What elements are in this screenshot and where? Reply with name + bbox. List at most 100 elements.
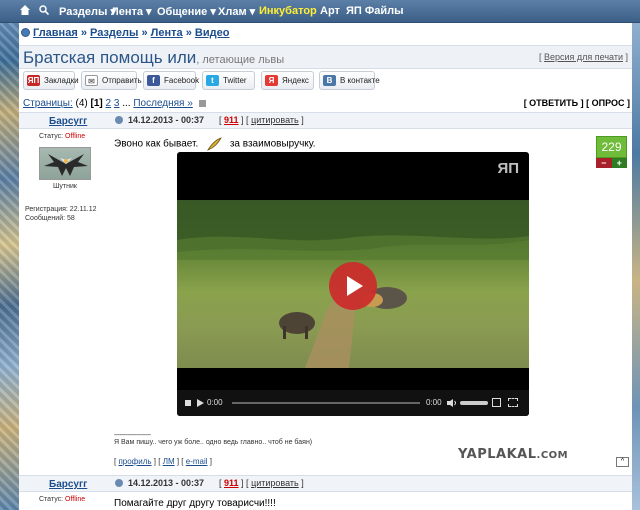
post-header: Барсугг 14.12.2013 - 00:37 [ 911 ] [ цит… — [19, 112, 632, 129]
reply-button[interactable]: [ ОТВЕТИТЬ ] — [524, 98, 584, 108]
topic-title-text: Братская помощь или — [23, 48, 197, 67]
volume-slider[interactable] — [460, 401, 488, 405]
home-icon[interactable] — [19, 4, 31, 16]
volume-icon[interactable] — [447, 399, 457, 407]
post-rating: 229 − + — [596, 136, 627, 168]
share-bookmarks-button[interactable]: ЯП Закладки — [23, 71, 79, 90]
signature-separator: -------------------- — [114, 432, 151, 439]
user-status: Статус: Offline — [39, 133, 86, 140]
fullscreen-icon[interactable] — [508, 398, 518, 407]
share-label: Отправить — [102, 76, 142, 85]
post-text: Помагайте друг другу товарисчи!!!! — [114, 498, 276, 509]
pm-link[interactable]: ЛМ — [163, 457, 175, 466]
share-send-button[interactable]: ✉ Отправить — [81, 71, 142, 90]
rating-plus-button[interactable]: + — [611, 158, 627, 168]
watermark-suffix: .COM — [536, 450, 569, 461]
share-yandex-button[interactable]: Я Яндекс — [261, 71, 314, 90]
left-background-strip — [0, 0, 19, 510]
post-author[interactable]: Барсугг — [49, 479, 87, 490]
page-link-3[interactable]: 3 — [114, 98, 120, 109]
user-status: Статус: Offline — [39, 496, 86, 503]
video-time-total: 0:00 — [426, 398, 442, 407]
poll-button[interactable]: [ ОПРОС ] — [586, 98, 630, 108]
signature: -------------------- Я Вам пишу.. чего у… — [114, 432, 312, 446]
play-button[interactable] — [328, 261, 378, 311]
breadcrumb-sections[interactable]: Разделы — [90, 27, 138, 39]
rating-score: 229 — [596, 136, 627, 158]
breadcrumb-home[interactable]: Главная — [33, 27, 78, 39]
user-registration: Регистрация: 22.11.12 Сообщений: 58 — [25, 206, 97, 222]
scroll-top-icon[interactable]: ^ — [616, 457, 629, 467]
share-label: Facebook — [164, 76, 200, 85]
nav-chat[interactable]: Общение ▾ — [157, 5, 216, 18]
breadcrumb-video[interactable]: Видео — [195, 27, 230, 39]
nav-sections[interactable]: Разделы ▾ — [59, 5, 116, 18]
mail-icon: ✉ — [85, 75, 98, 86]
post-footer-links: [ профиль ] [ ЛМ ] [ e-mail ] — [114, 457, 212, 466]
post-number-bar: [ 911 ] [ цитировать ] — [219, 115, 304, 125]
breadcrumb: Главная » Разделы » Лента » Видео — [21, 27, 229, 39]
avatar[interactable] — [39, 147, 91, 180]
share-facebook-button[interactable]: f Facebook — [143, 71, 200, 90]
email-link[interactable]: e-mail — [186, 457, 208, 466]
topic-title-bar: Братская помощь или, летающие львы [ Вер… — [19, 45, 632, 69]
feather-emoticon-icon — [207, 137, 222, 151]
popout-icon[interactable] — [492, 398, 501, 407]
search-icon[interactable] — [39, 5, 49, 15]
video-progress-track[interactable] — [232, 402, 420, 404]
breadcrumb-feed[interactable]: Лента — [151, 27, 183, 39]
post-text: Эвоно как бывает. за взаимовыручку. — [114, 137, 316, 151]
post-link-icon[interactable] — [115, 116, 123, 124]
yandex-icon: Я — [265, 75, 278, 86]
topic-subtitle: , летающие львы — [196, 54, 285, 66]
post-author[interactable]: Барсугг — [49, 116, 87, 127]
rating-minus-button[interactable]: − — [596, 158, 612, 168]
post-date: 14.12.2013 - 00:37 — [128, 115, 205, 125]
post-date: 14.12.2013 - 00:37 — [128, 478, 205, 488]
pages-label[interactable]: Страницы: — [23, 98, 73, 109]
video-player[interactable]: ЯП 0:00 0:00 — [177, 152, 529, 416]
stop-icon[interactable] — [185, 400, 191, 406]
pagination: Страницы: (4) [1] 2 3 ... Последняя » — [23, 98, 206, 109]
post-number[interactable]: 911 — [224, 478, 239, 488]
page-last[interactable]: Последняя » — [133, 98, 192, 109]
quote-link[interactable]: цитировать — [251, 115, 299, 125]
bookmark-icon: ЯП — [27, 75, 40, 86]
nav-incubator[interactable]: Инкубатор — [259, 5, 317, 17]
share-label: В контакте — [340, 76, 380, 85]
user-info: Статус: Offline — [19, 496, 111, 508]
topic-actions: [ ОТВЕТИТЬ ] [ ОПРОС ] — [524, 98, 630, 108]
page-jump-icon[interactable] — [198, 100, 206, 107]
share-vk-button[interactable]: В В контакте — [319, 71, 380, 90]
user-info: Статус: Offline Шутник Регистрация: 22.1… — [19, 133, 111, 223]
share-label: Закладки — [44, 76, 79, 85]
play-icon[interactable] — [196, 399, 204, 407]
video-controls: 0:00 0:00 — [177, 390, 529, 416]
post-link-icon[interactable] — [115, 479, 123, 487]
post-header: Барсугг 14.12.2013 - 00:37 [ 911 ] [ цит… — [19, 475, 632, 492]
post-number-bar: [ 911 ] [ цитировать ] — [219, 478, 304, 488]
print-version-link[interactable]: Версия для печати — [544, 52, 623, 62]
nav-feed[interactable]: Лента ▾ — [111, 5, 152, 18]
page-link-2[interactable]: 2 — [106, 98, 112, 109]
user-rank: Шутник — [53, 183, 77, 190]
profile-link[interactable]: профиль — [118, 457, 151, 466]
post-number[interactable]: 911 — [224, 115, 239, 125]
breadcrumb-icon — [21, 28, 30, 37]
post-text-part: за взаимовыручку. — [229, 138, 316, 150]
right-background-strip — [632, 0, 640, 510]
topic-title: Братская помощь или, летающие львы — [23, 48, 284, 68]
share-label: Яндекс — [282, 76, 309, 85]
nav-junk[interactable]: Хлам ▾ — [218, 5, 255, 18]
facebook-icon: f — [147, 75, 160, 86]
content-panel: Главная » Разделы » Лента » Видео Братск… — [19, 23, 632, 510]
share-label: Twitter — [223, 76, 247, 85]
nav-art[interactable]: Арт — [320, 5, 340, 17]
nav-files[interactable]: ЯП Файлы — [346, 5, 404, 17]
quote-link[interactable]: цитировать — [251, 478, 299, 488]
signature-text: Я Вам пишу.. чего уж боле.. одно ведь гл… — [114, 439, 313, 446]
share-twitter-button[interactable]: t Twitter — [202, 71, 255, 90]
top-navigation: Разделы ▾ Лента ▾ Общение ▾ Хлам ▾ Инкуб… — [0, 0, 640, 23]
twitter-icon: t — [206, 75, 219, 86]
print-version[interactable]: [ Версия для печати ] — [539, 52, 628, 62]
